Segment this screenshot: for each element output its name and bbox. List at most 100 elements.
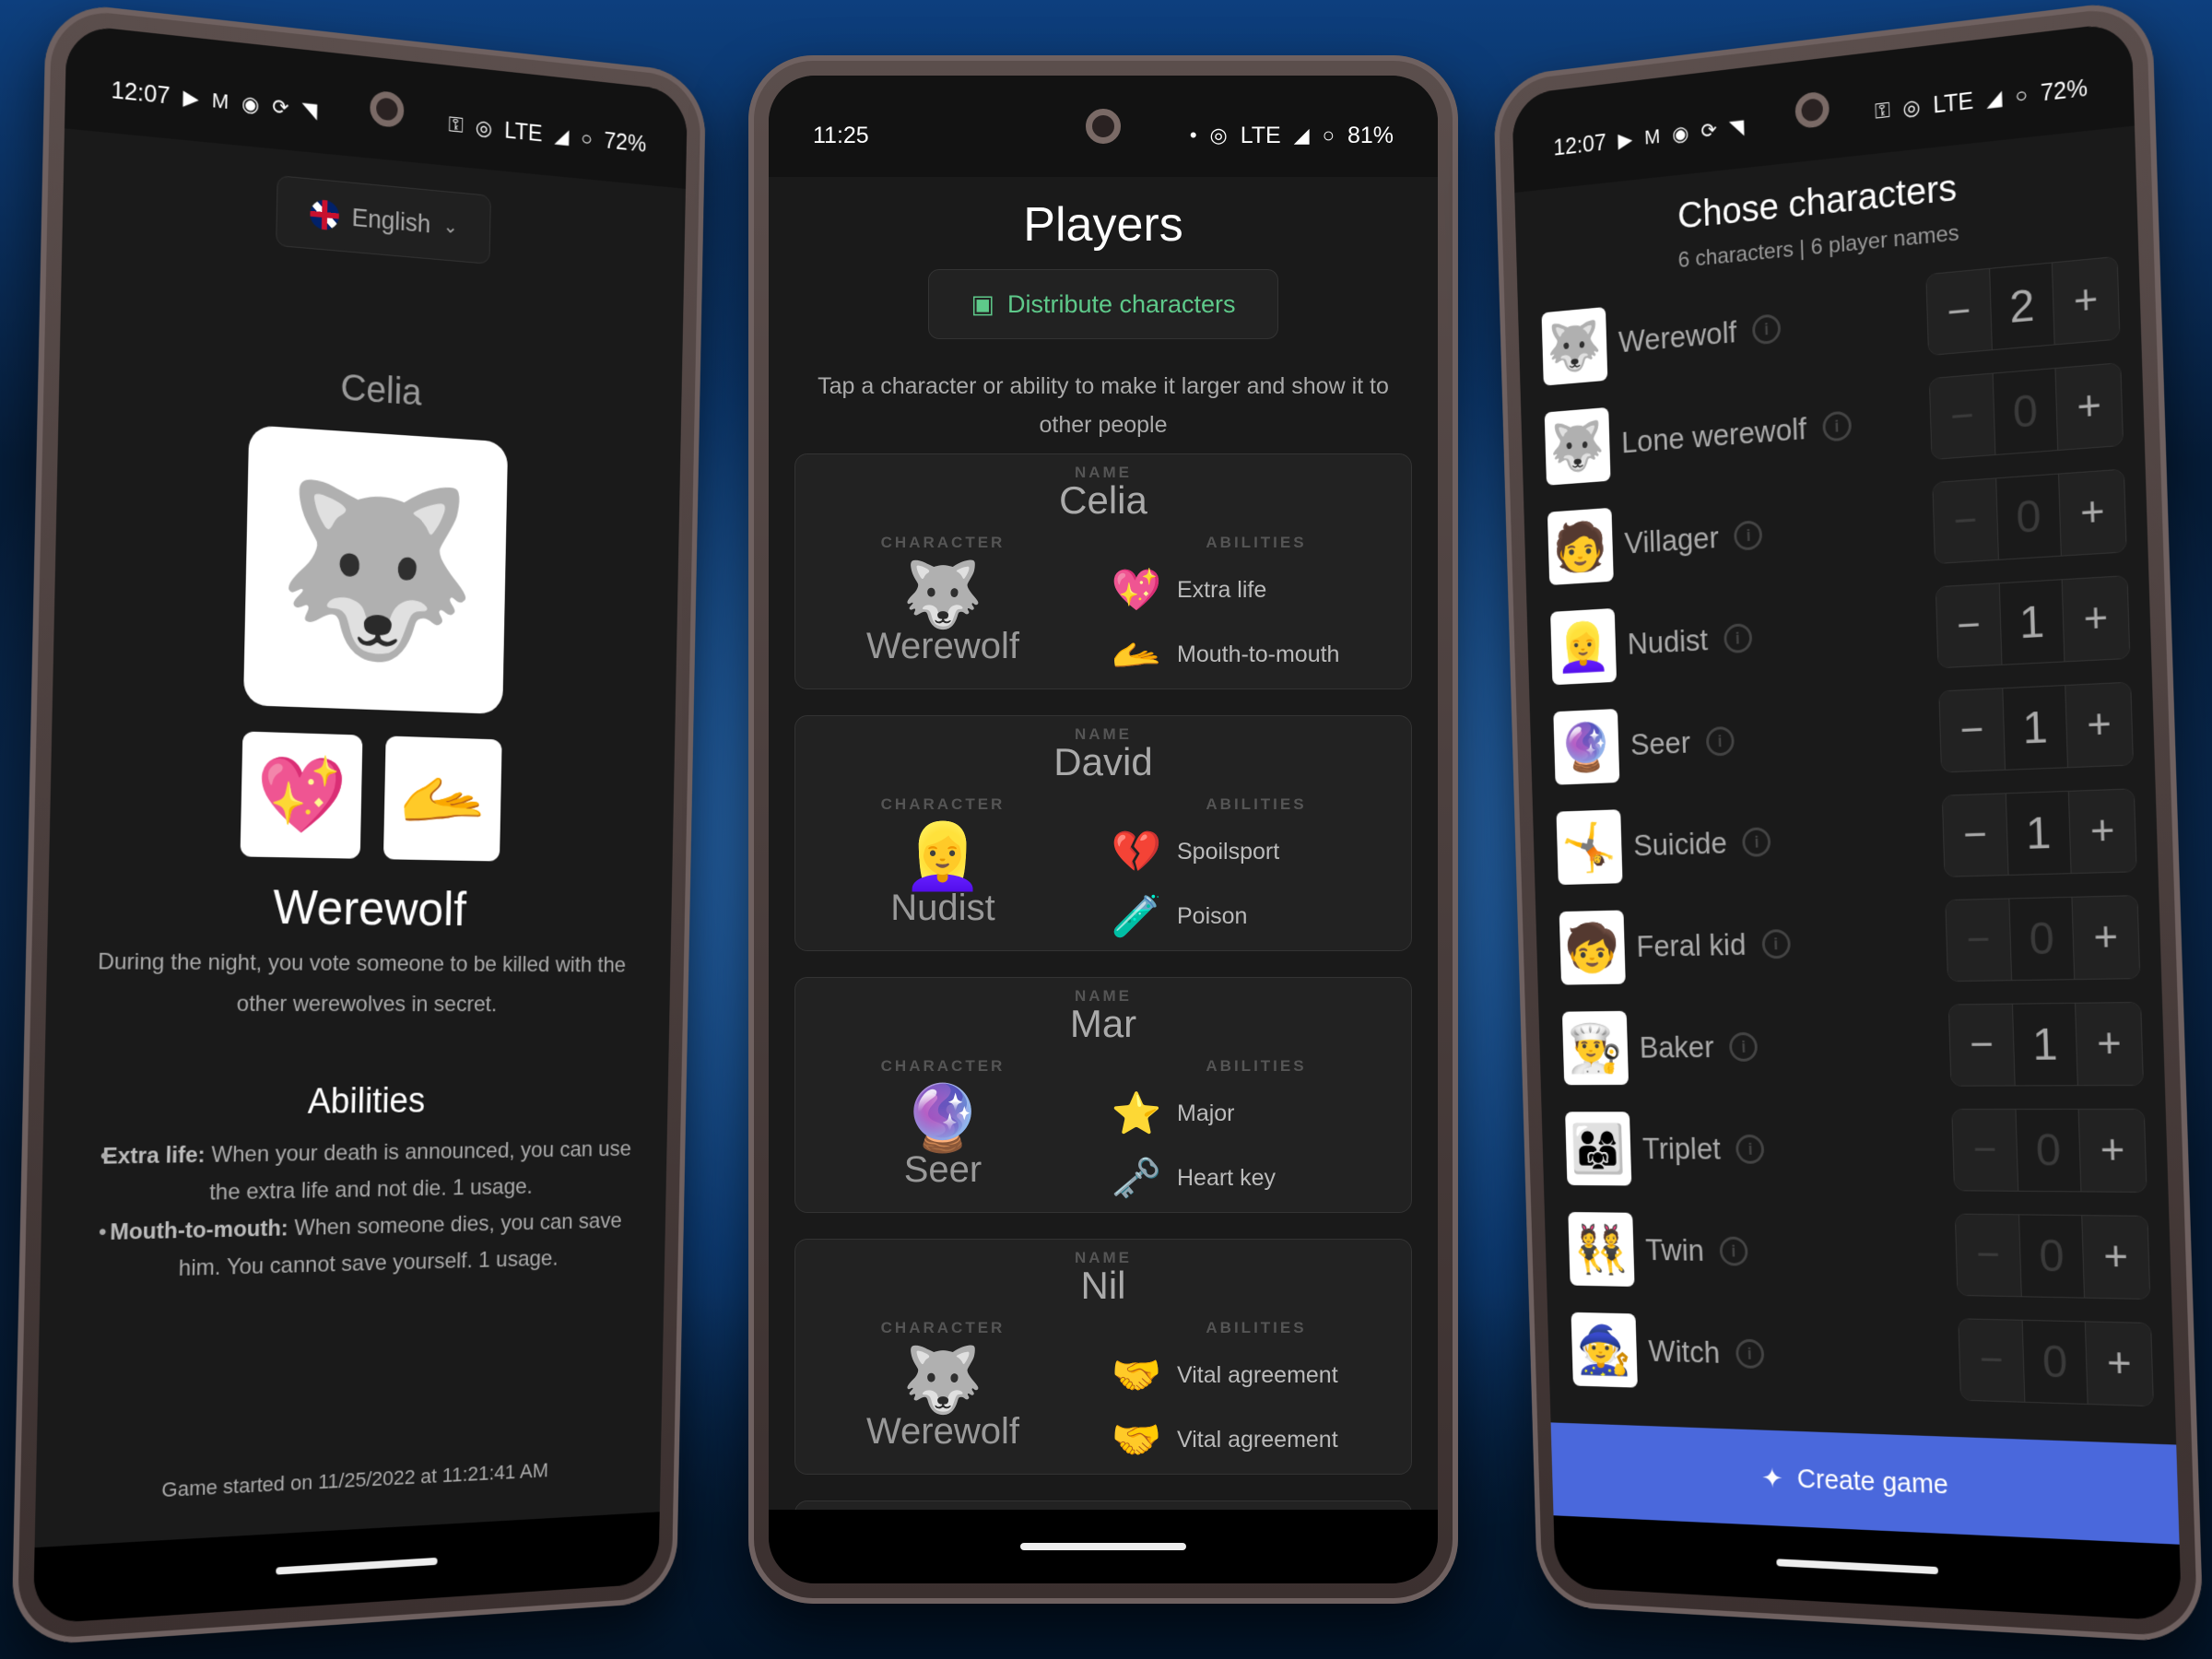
character-icon[interactable]: 🐺 [897,1343,989,1418]
decrement-button[interactable]: − [1946,899,2012,982]
home-indicator[interactable] [1776,1559,1939,1575]
increment-button[interactable]: + [2055,363,2124,450]
decrement-button[interactable]: − [1926,268,1992,355]
quantity-stepper[interactable]: −1 + [1938,681,2135,773]
quantity-stepper[interactable]: −1 + [1941,788,2137,877]
increment-button[interactable]: + [2059,469,2126,556]
character-image[interactable]: 🧙 [1571,1312,1638,1388]
increment-button[interactable]: + [2076,1002,2143,1086]
quantity-stepper[interactable]: −0 + [1932,468,2127,565]
ability-name: Poison [1177,902,1248,929]
decrement-button[interactable]: − [1955,1214,2021,1297]
increment-button[interactable]: + [2062,576,2130,662]
character-image[interactable]: 🧑 [1547,507,1614,585]
character-image[interactable]: 👨‍👩‍👧 [1565,1112,1632,1186]
ability[interactable]: 🫴 Mouth-to-mouth [1109,622,1340,687]
quantity-stepper[interactable]: −0 + [1958,1318,2154,1407]
uk-flag-icon [310,198,340,231]
info-icon[interactable]: i [1705,725,1735,757]
character-row: 👨‍🍳 Baker i −1 + [1538,990,2165,1099]
quantity-value: 0 [2008,897,2076,981]
info-icon[interactable]: i [1735,1338,1764,1370]
character-image[interactable]: 🐺 [1541,306,1608,386]
ability-icon: 🧪 [1111,894,1162,939]
ability[interactable]: 🤝 Vital agreement [1109,1407,1338,1472]
character-image[interactable]: 👨‍🍳 [1561,1010,1630,1086]
info-icon[interactable]: i [1735,1134,1765,1164]
quantity-stepper[interactable]: −1 + [1947,1001,2144,1087]
increment-button[interactable]: + [2085,1322,2153,1406]
increment-button[interactable]: + [2068,789,2136,874]
character-icon[interactable]: 🔮 [897,1081,989,1157]
quantity-value: 0 [2018,1215,2086,1298]
language-label: English [351,203,431,238]
info-icon[interactable]: i [1821,410,1853,442]
character-image[interactable]: 🔮 [1553,709,1620,785]
increment-button[interactable]: + [2078,1109,2147,1192]
increment-button[interactable]: + [2072,896,2140,980]
character-icon[interactable]: 👱‍♀️ [897,819,989,895]
character-name[interactable]: Werewolf [795,626,1090,667]
character-name[interactable]: Nudist [795,888,1090,929]
quantity-stepper[interactable]: −0 + [1951,1108,2147,1193]
network-type: LTE [504,117,543,147]
decrement-button[interactable]: − [1959,1319,2025,1402]
info-icon[interactable]: i [1742,827,1771,857]
ability-icon: 🤝 [1111,1418,1162,1463]
distribute-characters-button[interactable]: ▣ Distribute characters [928,269,1278,339]
info-icon[interactable]: i [1723,622,1752,654]
character-name: Suicide [1632,825,1728,863]
quantity-stepper[interactable]: −0 + [1928,362,2124,461]
werewolf-icon[interactable]: 🐺 [242,425,509,714]
github-icon: ◉ [1671,121,1689,147]
ability[interactable]: ⭐ Major [1109,1081,1276,1146]
language-select[interactable]: English ⌄ [276,175,491,265]
increment-button[interactable]: + [2065,682,2133,768]
character-icon[interactable]: 🐺 [897,558,989,633]
quantity-value: 0 [2015,1109,2082,1192]
youtube-icon: ▶ [1618,127,1633,152]
mouth-to-mouth-icon[interactable]: 🫴 [382,735,502,862]
decrement-button[interactable]: − [1939,688,2006,772]
info-icon[interactable]: i [1719,1236,1748,1266]
ability[interactable]: 🗝️ Heart key [1109,1146,1276,1210]
ability[interactable]: 🤝 Vital agreement [1109,1343,1338,1407]
sync-icon: ⟳ [272,94,289,120]
decrement-button[interactable]: − [1942,794,2008,877]
quantity-stepper[interactable]: −2 + [1925,255,2121,357]
clock: 12:07 [111,76,171,110]
quantity-stepper[interactable]: −1 + [1935,575,2131,669]
home-indicator[interactable] [1020,1543,1186,1550]
decrement-button[interactable]: − [1948,1004,2015,1086]
extra-life-icon[interactable]: 💖 [240,731,363,859]
player-card: NAME Celia CHARACTER ABILITIES 🐺 Werewol… [794,453,1412,689]
character-image[interactable]: 🤸 [1556,809,1623,886]
character-image[interactable]: 👱‍♀️ [1550,607,1618,686]
character-name[interactable]: Werewolf [795,1411,1090,1453]
ability[interactable]: 💖 Extra life [1109,558,1339,622]
vpn-key-icon: ⚿ [1874,98,1891,124]
info-icon[interactable]: i [1751,313,1782,346]
quantity-stepper[interactable]: −0 + [1954,1213,2151,1300]
character-image[interactable]: 🧒 [1559,910,1626,985]
decrement-button[interactable]: − [1929,373,1995,459]
info-icon[interactable]: i [1734,520,1763,551]
character-image[interactable]: 🐺 [1544,406,1611,486]
character-name: Baker [1639,1030,1715,1065]
info-icon[interactable]: i [1729,1031,1759,1062]
character-image[interactable]: 👯 [1568,1212,1635,1288]
ability[interactable]: 💔 Spoilsport [1109,819,1280,884]
character-row: 🧒 Feral kid i −0 + [1535,883,2162,998]
home-indicator[interactable] [276,1557,438,1575]
decrement-button[interactable]: − [1933,478,1998,564]
ability[interactable]: 🧪 Poison [1109,884,1279,948]
increment-button[interactable]: + [2082,1216,2150,1300]
character-name: Lone werewolf [1620,411,1807,460]
decrement-button[interactable]: − [1936,583,2002,668]
ability-icon: 🫴 [1111,632,1162,677]
info-icon[interactable]: i [1761,929,1791,959]
character-name[interactable]: Seer [795,1149,1090,1191]
quantity-stepper[interactable]: −0 + [1945,895,2141,982]
increment-button[interactable]: + [2052,256,2120,345]
decrement-button[interactable]: − [1952,1109,2018,1191]
